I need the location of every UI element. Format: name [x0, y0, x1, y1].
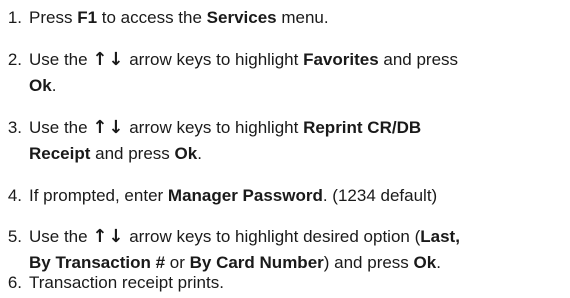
key-term: Ok [413, 253, 437, 272]
step-line: Transaction receipt prints. [29, 270, 224, 296]
step-line: Receipt and press Ok. [29, 141, 421, 167]
key-term: Services [206, 8, 277, 27]
arrow-keys-icon: ↑↓ [92, 226, 125, 247]
step-line: Ok. [29, 73, 458, 99]
step-line: Use the ↑↓ arrow keys to highlight desir… [29, 224, 460, 250]
step-text-run: menu. [276, 8, 329, 27]
key-term: Receipt [29, 144, 91, 163]
step-text-run: . [51, 76, 57, 95]
step-text: If prompted, enter Manager Password. (12… [29, 183, 437, 209]
key-term: Reprint CR/DB [303, 118, 422, 137]
step-line: Press F1 to access the Services menu. [29, 5, 329, 31]
step-number: 5. [7, 227, 22, 246]
step-text-run: Transaction receipt prints. [29, 273, 224, 292]
step-text-run: Use the [29, 118, 93, 137]
instruction-steps: 1. Press F1 to access the Services menu.… [0, 0, 570, 298]
step-text-run: . [436, 253, 441, 272]
step-number: 4. [7, 186, 22, 205]
step-number: 2. [7, 50, 22, 69]
step-text-run: and press [378, 50, 459, 69]
step-line: Use the ↑↓ arrow keys to highlight Repri… [29, 115, 421, 141]
step-text-run: arrow keys to highlight [124, 118, 304, 137]
step-text-run: . [197, 144, 202, 163]
arrow-keys-icon: ↑↓ [92, 117, 125, 138]
step-text: Transaction receipt prints. [29, 270, 224, 296]
step-text-run: Use the [29, 227, 93, 246]
step-text: Use the ↑↓ arrow keys to highlight Repri… [29, 115, 421, 167]
step-number: 3. [7, 118, 22, 137]
step-text-run: Use the [29, 50, 93, 69]
step-text: Use the ↑↓ arrow keys to highlight desir… [29, 224, 460, 276]
step-text: Press F1 to access the Services menu. [29, 5, 329, 31]
step-line: If prompted, enter Manager Password. (12… [29, 183, 437, 209]
step-text: Use the ↑↓ arrow keys to highlight Favor… [29, 47, 458, 99]
step-text-run: Press [29, 8, 78, 27]
key-term: Manager Password [167, 186, 323, 205]
step-text-run: . (1234 default) [322, 186, 438, 205]
key-term: Ok [174, 144, 198, 163]
step-text-run: If prompted, enter [29, 186, 168, 205]
key-term: Last, [420, 227, 460, 246]
key-term: F1 [77, 8, 98, 27]
step-number: 1. [7, 8, 22, 27]
step-number: 6. [7, 273, 22, 292]
key-term: Favorites [303, 50, 379, 69]
key-term: Ok [29, 76, 52, 95]
step-text-run: ) and press [323, 253, 414, 272]
step-text-run: arrow keys to highlight [124, 50, 304, 69]
step-line: Use the ↑↓ arrow keys to highlight Favor… [29, 47, 458, 73]
step-text-run: to access the [97, 8, 207, 27]
step-text-run: and press [90, 144, 175, 163]
step-text-run: arrow keys to highlight desired option ( [124, 227, 421, 246]
arrow-keys-icon: ↑↓ [92, 49, 125, 70]
